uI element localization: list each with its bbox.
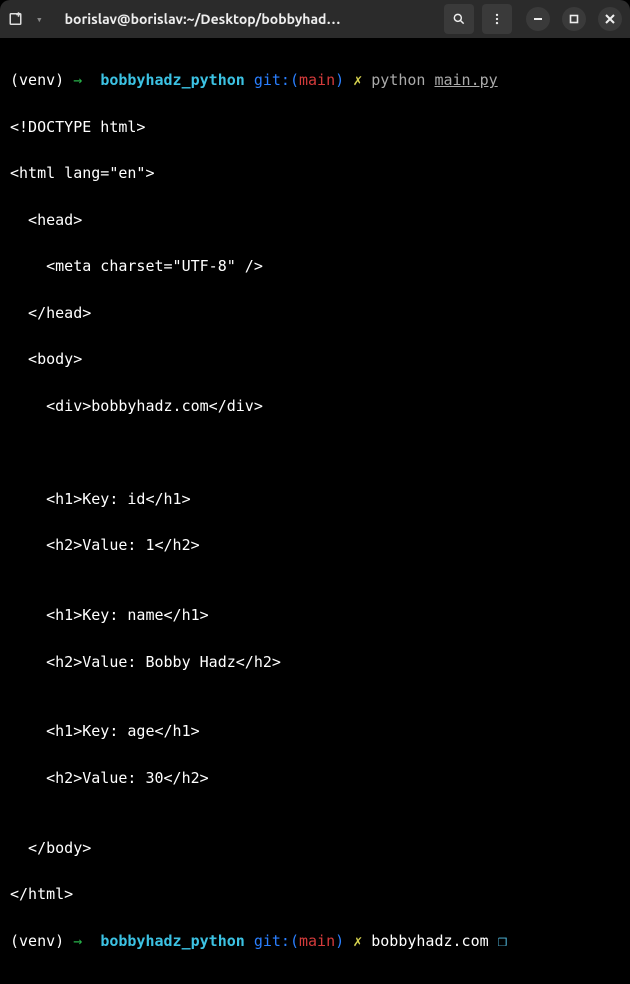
output-line: <h2>Value: 1</h2> [10, 534, 620, 557]
output-line: <h2>Value: Bobby Hadz</h2> [10, 651, 620, 674]
chevron-down-icon[interactable]: ▾ [36, 13, 43, 26]
window-controls [526, 7, 622, 31]
git-branch: main [299, 932, 335, 950]
minimize-button[interactable] [526, 7, 550, 31]
dirty-indicator: ✗ [353, 932, 362, 950]
cwd-folder: bobbyhadz_python [100, 932, 245, 950]
output-line: <!DOCTYPE html> [10, 116, 620, 139]
git-branch: main [299, 71, 335, 89]
prompt-line-2: (venv) → bobbyhadz_python git:(main) ✗ b… [10, 930, 620, 953]
output-line: <div>bobbyhadz.com</div> [10, 395, 620, 418]
output-line: </html> [10, 883, 620, 906]
output-line: <h1>Key: age</h1> [10, 720, 620, 743]
command-arg: main.py [434, 71, 497, 89]
output-line: <h1>Key: name</h1> [10, 604, 620, 627]
window-titlebar: ▾ borislav@borislav:~/Desktop/bobbyhadz_… [0, 0, 630, 38]
output-line: <body> [10, 348, 620, 371]
venv-indicator: (venv) [10, 932, 64, 950]
menu-button[interactable] [482, 4, 512, 34]
terminal-body[interactable]: (venv) → bobbyhadz_python git:(main) ✗ p… [0, 38, 630, 984]
prompt-arrow: → [73, 71, 82, 89]
kebab-menu-icon [490, 12, 504, 26]
output-line: <meta charset="UTF-8" /> [10, 255, 620, 278]
site-link: bobbyhadz.com [371, 932, 488, 950]
window-title: borislav@borislav:~/Desktop/bobbyhadz_..… [65, 11, 345, 27]
git-paren-open: ( [290, 71, 299, 89]
cube-icon: ❒ [498, 932, 507, 950]
git-paren-close: ) [335, 71, 344, 89]
output-line: </head> [10, 302, 620, 325]
dirty-indicator: ✗ [353, 71, 362, 89]
output-line: <h2>Value: 30</h2> [10, 767, 620, 790]
git-paren-open: ( [290, 932, 299, 950]
minimize-icon [533, 14, 543, 24]
venv-indicator: (venv) [10, 71, 64, 89]
search-button[interactable] [444, 4, 474, 34]
output-line: </body> [10, 837, 620, 860]
prompt-arrow: → [73, 932, 82, 950]
maximize-icon [569, 14, 579, 24]
titlebar-left: ▾ [8, 10, 43, 28]
maximize-button[interactable] [562, 7, 586, 31]
git-paren-close: ) [335, 932, 344, 950]
git-label: git: [254, 71, 290, 89]
search-icon [452, 12, 466, 26]
output-line: <html lang="en"> [10, 162, 620, 185]
prompt-line-1: (venv) → bobbyhadz_python git:(main) ✗ p… [10, 69, 620, 92]
output-line: <head> [10, 209, 620, 232]
new-tab-icon[interactable] [8, 10, 26, 28]
close-icon [605, 14, 615, 24]
output-line: <h1>Key: id</h1> [10, 488, 620, 511]
command-name: python [371, 71, 425, 89]
close-button[interactable] [598, 7, 622, 31]
cwd-folder: bobbyhadz_python [100, 71, 245, 89]
git-label: git: [254, 932, 290, 950]
